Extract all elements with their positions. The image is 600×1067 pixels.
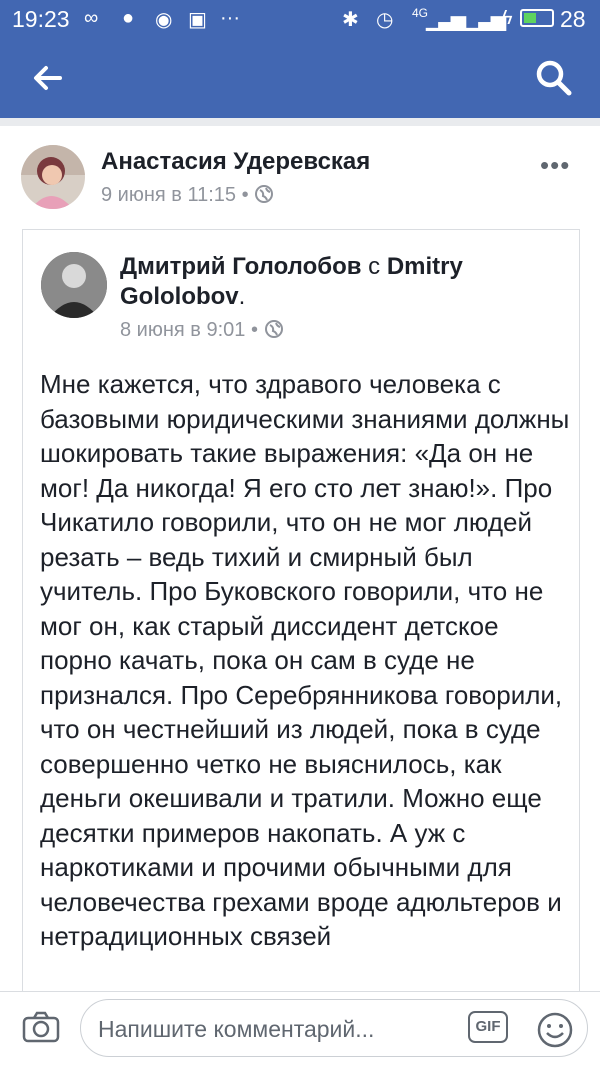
post-body-text: Мне кажется, что здравого человека с баз… xyxy=(40,369,570,951)
app-header: 19:23 ∞ ● ◉ ▣ ··· ✱ ◷ 4G ▁▃▅ ▁▃▅ ϟ 28 xyxy=(0,0,600,118)
comment-placeholder[interactable]: Напишите комментарий... xyxy=(98,1016,374,1043)
shared-meta: 8 июня в 9:01 • xyxy=(120,319,284,342)
author-suffix: . xyxy=(238,283,246,310)
search-icon[interactable] xyxy=(534,58,574,98)
globe-icon xyxy=(255,185,274,203)
divider xyxy=(0,118,600,126)
emoji-icon[interactable] xyxy=(536,1011,574,1049)
post-author[interactable]: Анастасия Удеревская xyxy=(101,148,370,176)
battery-level: 28 xyxy=(560,6,586,32)
signal2-icon: ▁▃▅ xyxy=(466,9,506,31)
battery-icon xyxy=(520,9,554,27)
shared-avatar[interactable] xyxy=(41,252,107,318)
signal-icon: ▁▃▅ xyxy=(426,9,466,31)
instagram-icon: ▣ xyxy=(188,9,207,31)
shared-author: Дмитрий Гололобов с Dmitry Gololobov. xyxy=(120,252,540,312)
status-bar: 19:23 ∞ ● ◉ ▣ ··· ✱ ◷ 4G ▁▃▅ ▁▃▅ ϟ 28 xyxy=(0,0,600,38)
more-options-icon[interactable]: ••• xyxy=(540,150,570,181)
arrow-left-icon[interactable] xyxy=(30,60,66,96)
chat-icon: ● xyxy=(122,7,135,29)
shared-timestamp[interactable]: 8 июня в 9:01 • xyxy=(120,319,264,341)
more-notifications-icon: ··· xyxy=(220,7,240,29)
shared-author-name[interactable]: Дмитрий Гололобов xyxy=(120,253,362,280)
status-time: 19:23 xyxy=(12,6,70,32)
with-label: с xyxy=(361,253,387,280)
camera-icon[interactable] xyxy=(22,1011,60,1043)
charging-icon: ϟ xyxy=(502,7,513,29)
avatar[interactable] xyxy=(21,145,85,209)
globe-icon xyxy=(264,320,283,338)
alarm-icon: ◷ xyxy=(376,9,394,31)
nav-bar xyxy=(0,40,600,118)
bluetooth-icon: ✱ xyxy=(342,9,359,31)
gif-button[interactable]: GIF xyxy=(468,1011,508,1043)
post-timestamp[interactable]: 9 июня в 11:15 • xyxy=(101,184,254,206)
link-icon: ∞ xyxy=(84,7,99,29)
vpn-icon: ◉ xyxy=(155,9,173,31)
post-meta: 9 июня в 11:15 • xyxy=(101,184,274,207)
